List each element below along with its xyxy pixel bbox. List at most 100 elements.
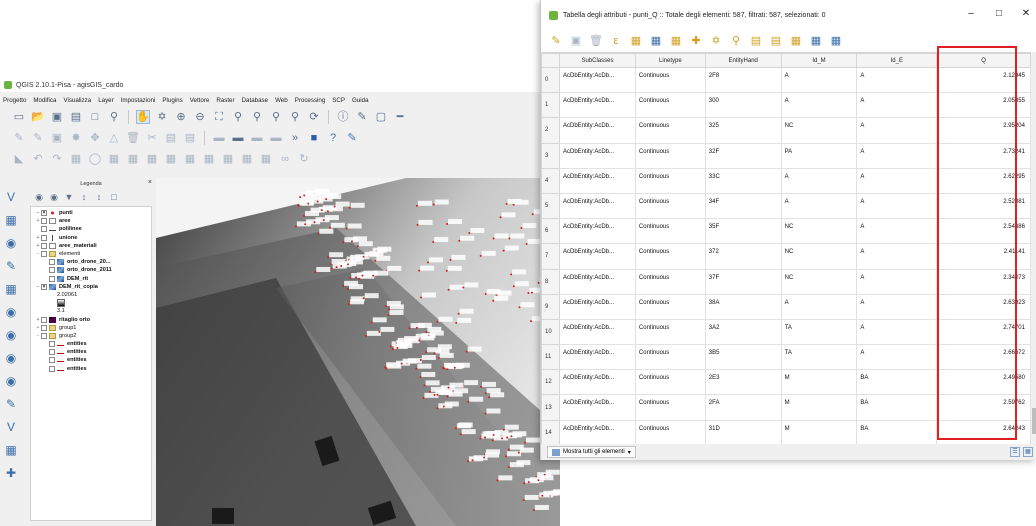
legend-remove-icon[interactable]: □ <box>109 192 119 202</box>
digitize-tool-2-icon[interactable]: ↶ <box>31 152 45 166</box>
pan-to-selection-icon[interactable]: ✡ <box>155 110 169 124</box>
cell-subclasses[interactable]: AcDbEntity:AcDb... <box>558 268 636 295</box>
zoom-last-icon[interactable]: ⚲ <box>269 110 283 124</box>
print-composer-icon[interactable]: □ <box>88 110 102 124</box>
pan-to-selection-icon[interactable]: ✡ <box>709 34 723 48</box>
cell-entityhand[interactable]: 32F <box>704 142 782 169</box>
cell-q[interactable]: 2.52081 <box>936 192 1031 220</box>
cell-id-e[interactable]: A <box>856 117 938 144</box>
table-row[interactable]: 4 AcDbEntity:AcDb... Continuous 33C A A 2.6229… <box>541 167 1031 194</box>
zoom-full-icon[interactable]: ⛶ <box>212 110 226 124</box>
map-canvas[interactable] <box>156 178 560 526</box>
layer-visibility-checkbox[interactable]: × <box>41 283 47 290</box>
cell-subclasses[interactable]: AcDbEntity:AcDb... <box>558 92 636 119</box>
save-as-icon[interactable]: ▤ <box>69 110 83 124</box>
table-row[interactable]: 2 AcDbEntity:AcDb... Continuous 325 NC A 2.952… <box>541 117 1031 144</box>
cell-q[interactable]: 2.73241 <box>936 142 1031 169</box>
table-row[interactable]: 11 AcDbEntity:AcDb... Continuous 3B5 TA A 2.66… <box>541 344 1031 371</box>
row-number[interactable]: 12 <box>541 369 560 396</box>
copy-features-icon[interactable]: ▤ <box>164 131 178 145</box>
layer-tree-item[interactable]: entities <box>31 356 151 364</box>
legend-collapse-icon[interactable]: ↕ <box>94 192 104 202</box>
cell-q[interactable]: 2.05855 <box>936 92 1031 119</box>
cell-entityhand[interactable]: 37F <box>704 268 782 295</box>
more-tools-icon[interactable]: » <box>288 131 302 145</box>
cell-subclasses[interactable]: AcDbEntity:AcDb... <box>558 243 636 270</box>
cell-linetype[interactable]: Continuous <box>634 167 706 194</box>
layer-visibility-checkbox[interactable] <box>41 251 47 258</box>
layer-visibility-checkbox[interactable]: × <box>41 210 47 217</box>
row-number[interactable]: 8 <box>541 268 560 295</box>
layer-visibility-checkbox[interactable] <box>41 234 47 241</box>
cell-id-m[interactable]: A <box>780 92 858 119</box>
cell-id-m[interactable]: TA <box>780 344 858 371</box>
select-all-icon[interactable]: ▦ <box>629 34 643 48</box>
show-all-features-button[interactable]: Mostra tutti gli elementi ▾ <box>547 446 636 458</box>
cell-entityhand[interactable]: 33C <box>704 167 782 194</box>
menu-item-impostazioni[interactable]: Impostazioni <box>121 97 156 104</box>
label-pin-icon[interactable]: ▬ <box>231 131 245 145</box>
cell-q[interactable]: 2.66672 <box>936 344 1031 371</box>
cell-linetype[interactable]: Continuous <box>634 318 706 346</box>
menu-item-raster[interactable]: Raster <box>216 97 234 104</box>
table-row[interactable]: 9 AcDbEntity:AcDb... Continuous 38A A A 2.6392… <box>541 293 1031 320</box>
cell-id-m[interactable]: A <box>780 167 858 194</box>
zoom-layer-icon[interactable]: ⚲ <box>250 110 264 124</box>
paste-features-icon[interactable]: ▤ <box>183 131 197 145</box>
layer-tree-item[interactable]: − × punti <box>31 209 151 217</box>
zoom-next-icon[interactable]: ⚲ <box>288 110 302 124</box>
node-tool-icon[interactable]: △ <box>107 131 121 145</box>
column-header-subclasses[interactable]: SubClasses <box>558 53 636 68</box>
measure-icon[interactable]: ━ <box>393 110 407 124</box>
cell-id-m[interactable]: M <box>780 394 858 421</box>
cell-entityhand[interactable]: 300 <box>704 92 782 119</box>
layer-visibility-checkbox[interactable] <box>41 242 47 249</box>
digitize-tool-4-icon[interactable]: ▦ <box>69 152 83 166</box>
table-row[interactable]: 6 AcDbEntity:AcDb... Continuous 35F NC A 2.543… <box>541 218 1031 245</box>
layer-tree-item[interactable]: − group2 <box>31 332 151 340</box>
vertical-scrollbar[interactable] <box>1031 52 1036 444</box>
layer-visibility-checkbox[interactable] <box>41 332 47 339</box>
digitize-tool-12-icon[interactable]: ▦ <box>221 152 235 166</box>
cell-id-m[interactable]: NC <box>780 218 858 245</box>
cell-q[interactable]: 2.12945 <box>936 66 1031 94</box>
cell-entityhand[interactable]: 2F8 <box>704 66 782 94</box>
menu-item-web[interactable]: Web <box>275 97 288 104</box>
layer-tree-item[interactable]: orto_drone_20... <box>31 258 151 266</box>
digitize-tool-1-icon[interactable]: ◣ <box>12 152 26 166</box>
digitize-tool-15-icon[interactable]: ∞ <box>278 152 292 166</box>
cell-id-e[interactable]: A <box>856 192 938 220</box>
cell-subclasses[interactable]: AcDbEntity:AcDb... <box>558 369 636 396</box>
legend-add-group-icon[interactable]: ◉ <box>49 192 59 202</box>
layer-visibility-checkbox[interactable] <box>49 259 55 266</box>
scrollbar-thumb[interactable] <box>1032 408 1036 434</box>
layer-visibility-checkbox[interactable] <box>49 275 55 282</box>
refresh-icon[interactable]: ⟳ <box>307 110 321 124</box>
layer-tree-item[interactable]: − elementi <box>31 250 151 258</box>
table-row[interactable]: 1 AcDbEntity:AcDb... Continuous 300 A A 2.0585… <box>541 92 1031 119</box>
add-postgis-layer-icon[interactable]: ◉ <box>4 236 18 250</box>
cell-id-m[interactable]: A <box>780 293 858 320</box>
cell-subclasses[interactable]: AcDbEntity:AcDb... <box>558 293 636 320</box>
row-number[interactable]: 10 <box>541 318 560 346</box>
cell-id-e[interactable]: A <box>856 142 938 169</box>
add-vector-layer-icon[interactable]: V <box>4 190 18 204</box>
layer-visibility-checkbox[interactable] <box>41 218 47 225</box>
menu-item-database[interactable]: Database <box>242 97 269 104</box>
cut-features-icon[interactable]: ✂ <box>145 131 159 145</box>
cell-id-e[interactable]: A <box>856 243 938 270</box>
row-number[interactable]: 4 <box>541 167 560 194</box>
digitize-tool-5-icon[interactable]: ◯ <box>88 152 102 166</box>
layer-visibility-checkbox[interactable] <box>49 365 55 372</box>
cell-q[interactable]: 2.41141 <box>936 243 1031 270</box>
cell-subclasses[interactable]: AcDbEntity:AcDb... <box>558 318 636 346</box>
cell-subclasses[interactable]: AcDbEntity:AcDb... <box>558 419 636 444</box>
cell-entityhand[interactable]: 38A <box>704 293 782 320</box>
cell-entityhand[interactable]: 3A2 <box>704 318 782 346</box>
cell-linetype[interactable]: Continuous <box>634 293 706 320</box>
cell-id-m[interactable]: PA <box>780 142 858 169</box>
cell-linetype[interactable]: Continuous <box>634 192 706 220</box>
menu-item-processing[interactable]: Processing <box>295 97 326 104</box>
add-delimited-text-icon[interactable]: ✎ <box>4 397 18 411</box>
layer-visibility-checkbox[interactable] <box>49 357 55 364</box>
